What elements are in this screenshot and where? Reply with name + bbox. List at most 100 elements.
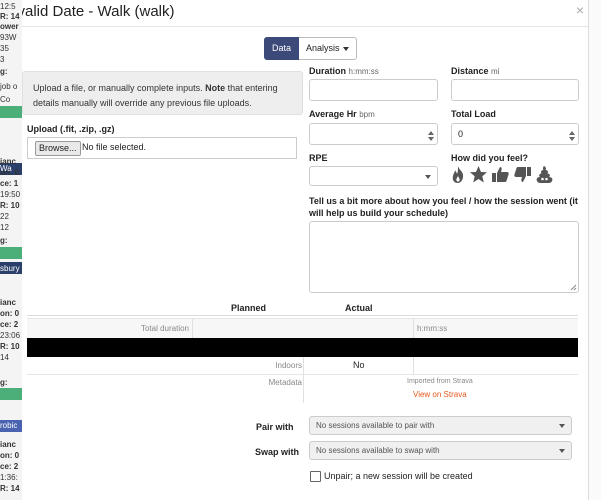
background-text: 14 (0, 353, 9, 362)
feel-label: How did you feel? (451, 153, 529, 163)
background-card-title: Wa (0, 164, 12, 173)
column-divider (303, 375, 304, 403)
resize-handle-icon[interactable] (570, 284, 577, 291)
total-duration-label: Total duration (140, 324, 189, 333)
upload-info-notice: Upload a file, or manually complete inpu… (22, 71, 303, 115)
actual-header: Actual (345, 303, 373, 313)
background-text: R: 14 (0, 12, 20, 21)
background-text: 19:50 (0, 190, 21, 199)
duration-label: Duration h:mm:ss (309, 66, 379, 76)
duration-unit: h:mm:ss (348, 67, 379, 76)
close-icon[interactable]: × (576, 2, 584, 18)
chevron-down-icon (425, 175, 431, 179)
background-text: R: 14 (0, 484, 20, 493)
background-text: R: 10 (0, 201, 20, 210)
no-file-text: No file selected. (82, 142, 147, 152)
column-divider (413, 319, 414, 338)
background-text: ce: 1 (0, 179, 19, 188)
background-text: 35 (0, 44, 9, 53)
info-note-label: Note (205, 83, 226, 93)
background-text: 3 (0, 55, 5, 64)
column-divider (413, 357, 414, 374)
view-on-strava-link[interactable]: View on Strava (413, 390, 467, 399)
background-text: 12 (0, 223, 9, 232)
browse-button[interactable]: Browse... (35, 141, 81, 156)
tab-data[interactable]: Data (264, 37, 300, 60)
background-text: Co (0, 95, 11, 104)
avg-hr-label: Average Hr bpm (309, 109, 375, 119)
chevron-down-icon (559, 449, 565, 453)
total-load-label: Total Load (451, 109, 496, 119)
swap-select[interactable]: No sessions available to swap with (309, 441, 572, 460)
background-page-right (588, 0, 601, 500)
avg-hr-unit: bpm (359, 110, 375, 119)
background-card-title: robic (0, 421, 18, 430)
modal-header: Invalid Date - Walk (walk) × (22, 0, 588, 27)
rpe-select[interactable] (309, 166, 438, 186)
pair-placeholder: No sessions available to pair with (316, 421, 435, 430)
background-text: ce: 2 (0, 462, 19, 471)
background-text: g: (0, 378, 8, 387)
modal-dialog: Invalid Date - Walk (walk) × Data Analys… (22, 0, 588, 500)
duration-input[interactable] (309, 79, 438, 101)
background-text: on: 0 (0, 309, 20, 318)
background-text: ianc (0, 298, 17, 307)
total-load-stepper[interactable] (569, 131, 575, 141)
duration-label-text: Duration (309, 66, 346, 76)
total-load-input[interactable]: 0 (451, 123, 579, 145)
avg-hr-input[interactable] (309, 123, 438, 145)
total-duration-placeholder: h:mm:ss (417, 324, 448, 333)
background-text: 93W (0, 33, 17, 42)
background-text: g: (0, 67, 8, 76)
tab-analysis[interactable]: Analysis (299, 37, 357, 60)
background-text: ce: 2 (0, 320, 19, 329)
chevron-down-icon (342, 46, 349, 51)
total-load-value: 0 (458, 129, 464, 139)
notes-textarea[interactable] (309, 221, 579, 293)
background-card-bar (0, 388, 22, 400)
background-page: 12:5 R: 14 ower 93W 35 3 g: job o Co ianc on: 0 ce:… (0, 0, 22, 500)
avg-hr-label-text: Average Hr (309, 109, 357, 119)
pair-select[interactable]: No sessions available to pair with (309, 416, 572, 435)
background-text: 22 (0, 212, 9, 221)
tab-group: Data Analysis (264, 37, 357, 60)
rpe-label: RPE (309, 153, 328, 163)
column-divider (192, 319, 193, 338)
unpair-checkbox[interactable] (310, 471, 321, 482)
background-card-bar (0, 247, 22, 259)
column-divider (303, 357, 304, 374)
table-divider (27, 315, 578, 316)
info-text-before: Upload a file, or manually complete inpu… (33, 83, 206, 93)
feel-icon-group (451, 166, 553, 183)
indoors-value: No (353, 360, 365, 370)
modal-title: Invalid Date - Walk (walk) (22, 3, 175, 20)
background-text: R: 10 (0, 342, 20, 351)
background-text: ower (0, 22, 19, 31)
swap-placeholder: No sessions available to swap with (316, 446, 440, 455)
planned-header: Planned (231, 303, 267, 313)
poop-icon[interactable] (536, 166, 553, 183)
tab-analysis-label: Analysis (306, 43, 340, 53)
chevron-down-icon (559, 424, 565, 428)
thumbs-up-icon[interactable] (492, 166, 509, 183)
notes-label: Tell us a bit more about how you feel / … (309, 196, 578, 218)
background-text: 23:06 (0, 331, 21, 340)
background-text: 12:5 (0, 2, 16, 11)
background-text: ianc (0, 440, 17, 449)
distance-unit: mi (491, 67, 500, 76)
background-text: on: 0 (0, 451, 20, 460)
background-text: g: (0, 236, 8, 245)
thumbs-down-icon[interactable] (514, 166, 531, 183)
pair-label: Pair with (256, 422, 294, 432)
star-icon[interactable] (470, 166, 487, 183)
fire-icon[interactable] (451, 166, 465, 183)
background-text: job o (0, 82, 18, 91)
metadata-row: Metadata Imported from Strava View on St… (27, 375, 578, 403)
background-text: 1:36: (0, 473, 18, 482)
indoors-row: Indoors No (27, 357, 578, 375)
background-card-bar (0, 106, 22, 118)
avg-hr-stepper[interactable] (428, 131, 434, 141)
imported-from-text: Imported from Strava (407, 378, 473, 385)
distance-input[interactable] (451, 79, 579, 101)
file-input[interactable]: Browse... No file selected. (27, 137, 297, 159)
